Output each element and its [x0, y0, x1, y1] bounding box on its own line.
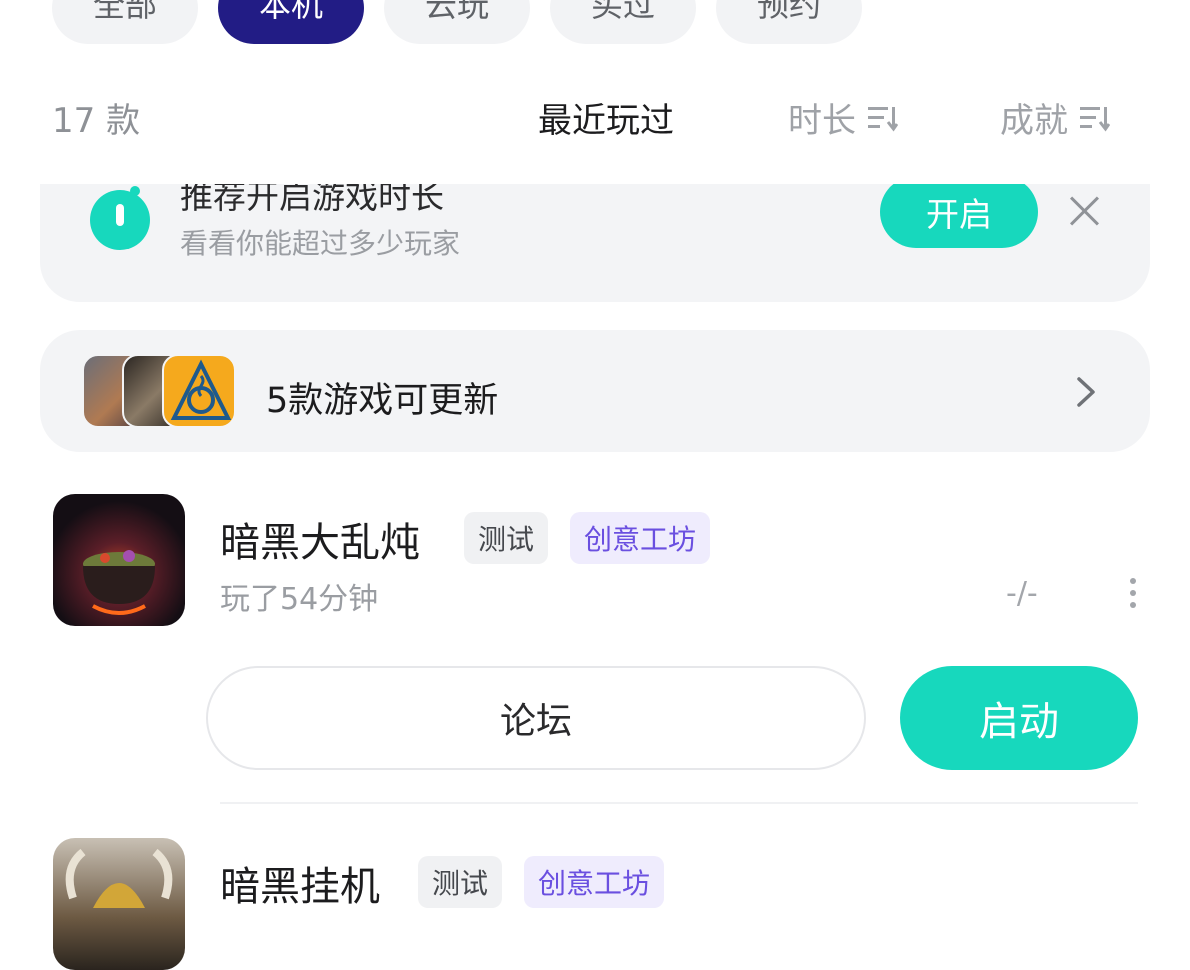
game-count: 17 款 [52, 101, 141, 141]
game-thumbnail [162, 354, 236, 428]
enable-button[interactable]: 开启 [880, 176, 1038, 248]
tag-test: 测试 [418, 856, 503, 908]
viking-helmet-icon [65, 848, 173, 908]
game-title: 暗黑大乱炖 [220, 520, 420, 566]
reminder-subtitle: 看看你能超过多少玩家 [180, 227, 461, 260]
sort-duration-label: 时长 [788, 101, 856, 141]
tab-local[interactable]: 本机 [218, 0, 364, 44]
tab-reserved[interactable]: 预约 [716, 0, 862, 44]
achievement-progress: -/- [1006, 576, 1038, 611]
sort-recent[interactable]: 最近玩过 [538, 93, 674, 142]
forum-button[interactable]: 论坛 [206, 666, 866, 770]
sort-icon [868, 106, 898, 132]
tag-workshop: 创意工坊 [570, 512, 711, 564]
sort-icon [1080, 106, 1110, 132]
cauldron-icon [83, 550, 155, 615]
launch-button[interactable]: 启动 [900, 666, 1138, 770]
game-icon[interactable] [53, 838, 185, 970]
play-time: 玩了54分钟 [220, 582, 379, 617]
tag-test: 测试 [464, 512, 549, 564]
timer-icon [90, 186, 150, 250]
sort-achievement-label: 成就 [1000, 101, 1068, 141]
close-icon[interactable] [1068, 194, 1102, 228]
divider [220, 802, 1138, 804]
sort-duration[interactable]: 时长 [788, 93, 898, 142]
sort-recent-label: 最近玩过 [538, 101, 674, 141]
tab-purchased[interactable]: 买过 [550, 0, 696, 44]
sticky-header: 全部 本机 云玩 买过 预约 17 款 最近玩过 时长 成就 [0, 0, 1190, 184]
game-title: 暗黑挂机 [220, 864, 380, 910]
updates-label: 5款游戏可更新 [266, 381, 499, 421]
game-icon[interactable] [53, 494, 185, 626]
tab-all[interactable]: 全部 [52, 0, 198, 44]
tag-workshop: 创意工坊 [524, 856, 665, 908]
chevron-right-icon [1077, 377, 1095, 407]
more-options-icon[interactable] [1128, 578, 1138, 608]
game-emblem-icon [170, 359, 232, 420]
tab-cloud[interactable]: 云玩 [384, 0, 530, 44]
sort-achievement[interactable]: 成就 [1000, 93, 1110, 142]
